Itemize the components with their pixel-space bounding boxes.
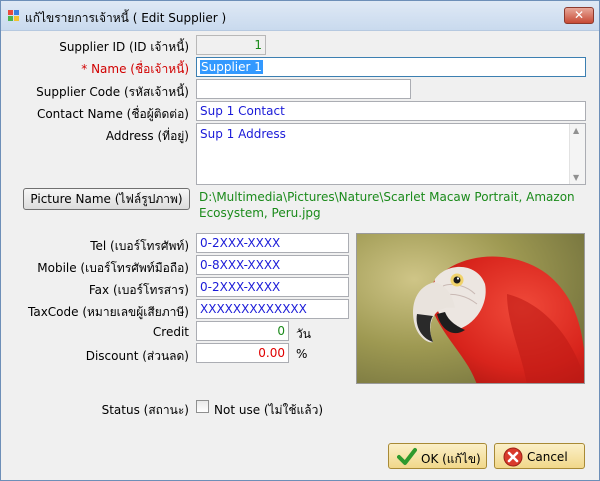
address-textarea[interactable]: Sup 1 Address ▲ ▼ (196, 123, 586, 185)
name-label-text: Name (ชื่อเจ้าหนี้) (91, 62, 189, 76)
check-icon (397, 448, 417, 465)
credit-input[interactable]: 0 (196, 321, 289, 341)
discount-label: Discount (ส่วนลด) (85, 349, 189, 363)
taxcode-input[interactable]: XXXXXXXXXXXXX (196, 299, 349, 319)
arrow-down-icon[interactable]: ▼ (573, 173, 579, 182)
ok-button[interactable]: OK (แก้ไข) (388, 443, 487, 469)
discount-unit: % (296, 347, 308, 361)
fax-input[interactable]: 0-2XXX-XXXX (196, 277, 349, 297)
mobile-input[interactable]: 0-8XXX-XXXX (196, 255, 349, 275)
tel-input[interactable]: 0-2XXX-XXXX (196, 233, 349, 253)
credit-unit: วัน (296, 327, 311, 341)
contact-name-label: Contact Name (ชื่อผู้ติดต่อ) (36, 107, 189, 121)
taxcode-label: TaxCode (หมายเลขผู้เสียภาษี) (28, 305, 189, 319)
picture-path: D:\Multimedia\Pictures\Nature\Scarlet Ma… (199, 190, 575, 220)
supplier-id-field: 1 (196, 35, 266, 55)
address-label: Address (ที่อยู่) (105, 129, 189, 143)
title-bar[interactable]: แก้ไขรายการเจ้าหนี้ ( Edit Supplier ) ✕ (1, 1, 599, 31)
name-input-value: Supplier 1 (200, 60, 263, 74)
credit-label: Credit (152, 325, 189, 339)
mobile-label: Mobile (เบอร์โทรศัพท์มือถือ) (37, 261, 189, 275)
name-input[interactable]: Supplier 1 (196, 57, 586, 77)
discount-input[interactable]: 0.00 (196, 343, 289, 363)
required-marker: * (81, 62, 92, 76)
window-title: แก้ไขรายการเจ้าหนี้ ( Edit Supplier ) (25, 11, 227, 25)
macaw-image (357, 234, 584, 383)
address-scrollbar[interactable]: ▲ ▼ (569, 124, 585, 184)
tel-label: Tel (เบอร์โทรศัพท์) (90, 239, 189, 253)
arrow-up-icon[interactable]: ▲ (573, 126, 579, 135)
close-icon: ✕ (573, 8, 585, 22)
supplier-id-label: Supplier ID (ID เจ้าหนี้) (59, 40, 189, 54)
not-use-checkbox-label[interactable]: Not use (ไม่ใช้แล้ว) (214, 401, 323, 420)
supplier-code-label: Supplier Code (รหัสเจ้าหนี้) (36, 85, 189, 99)
fax-label: Fax (เบอร์โทรสาร) (88, 283, 189, 297)
cancel-button[interactable]: Cancel (494, 443, 585, 469)
supplier-picture (356, 233, 585, 384)
edit-supplier-window: แก้ไขรายการเจ้าหนี้ ( Edit Supplier ) ✕ … (0, 0, 600, 481)
picture-name-button[interactable]: Picture Name (ไฟล์รูปภาพ) (23, 188, 190, 210)
cancel-button-label: Cancel (527, 450, 568, 464)
cancel-icon (503, 447, 523, 467)
ok-button-label: OK (แก้ไข) (421, 452, 481, 466)
name-label: * Name (ชื่อเจ้าหนี้) (81, 60, 189, 79)
close-button[interactable]: ✕ (564, 7, 594, 24)
status-label: Status (สถานะ) (101, 403, 189, 417)
not-use-checkbox[interactable] (196, 400, 209, 413)
app-icon (8, 10, 20, 22)
supplier-code-input[interactable] (196, 79, 411, 99)
address-value: Sup 1 Address (200, 127, 286, 141)
contact-name-input[interactable]: Sup 1 Contact (196, 101, 586, 121)
